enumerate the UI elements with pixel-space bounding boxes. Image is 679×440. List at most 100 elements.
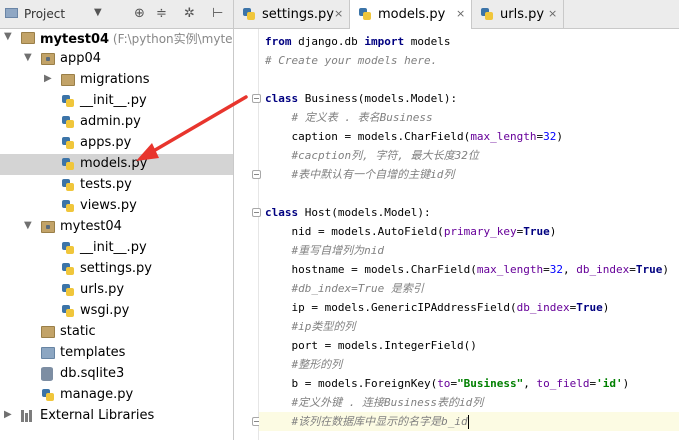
code-line: hostname = models.CharField(max_length=3… [259,260,679,279]
tree-item[interactable]: tests.py [0,175,233,196]
tab-models-py[interactable]: models.py × [350,0,472,29]
code-token: ) [602,301,610,314]
tree-item[interactable]: db.sqlite3 [0,364,233,385]
code-editor[interactable]: from django.db import models # Create you… [259,29,679,440]
tree-item[interactable]: views.py [0,196,233,217]
code-token: b = models.ForeignKey( [265,377,438,390]
python-icon-part [66,204,74,212]
target-icon[interactable]: ⊕ [134,6,145,21]
tree-item[interactable]: admin.py [0,112,233,133]
code-line: # Create your models here. [259,51,679,70]
tab-settings-py[interactable]: settings.py × [234,0,350,28]
code-token: to [437,377,451,390]
code-token: #表中默认有一个自增的主键id列 [291,168,455,181]
code-line: #整形的列 [259,355,679,374]
tree-item-label: __init__.py [80,240,147,255]
python-icon-part [66,99,74,107]
code-line: #db_index=True 是索引 [259,279,679,298]
tree-item[interactable]: ▶ migrations [0,70,233,91]
tree-item[interactable]: ▼ mytest04 [0,217,233,238]
tab-label: urls.py [500,7,545,22]
code-token: = [629,263,636,276]
tree-item[interactable]: ▼ app04 [0,49,233,70]
library-bar [25,413,28,422]
python-icon-part [66,141,74,149]
collapse-icon[interactable]: ≑ [156,6,167,21]
tree-item-name: settings.py [80,261,152,276]
code-token: 32 [543,130,557,143]
tree-item[interactable]: urls.py [0,280,233,301]
code-line: from django.db import models [259,32,679,51]
tab-urls-py[interactable]: urls.py × [472,0,564,28]
expand-right-icon[interactable]: ▶ [4,409,12,420]
python-file-icon [242,7,256,21]
code-token: primary_key [443,225,517,238]
python-file-icon [61,283,75,297]
code-token: models [410,35,451,48]
tree-item[interactable]: ▶ External Libraries [0,406,233,427]
editor-tab-bar: settings.py × models.py × urls.py × [234,0,679,29]
tree-item-label: app04 [60,51,101,66]
project-pane: Project ▼ ⊕ ≑ ✲ ⊢ ▼ mytest04 (F:\python实例… [0,0,234,440]
tree-item-name: __init__.py [80,93,147,108]
code-token: #定义外键 . 连接Business表的id列 [291,396,484,409]
tree-item[interactable]: apps.py [0,133,233,154]
tree-item[interactable]: manage.py [0,385,233,406]
close-icon[interactable]: × [548,7,557,20]
tree-item[interactable]: static [0,322,233,343]
code-line: #该列在数据库中显示的名字是b_id [259,412,679,431]
python-icon-part [66,162,74,170]
tree-item-path: (F:\python实例\mytest04 [112,32,233,46]
tree-item-label: urls.py [80,282,124,297]
code-line: #cacption列, 字符, 最大长度32位 [259,146,679,165]
tree-item-name: admin.py [80,114,141,129]
code-token: Host(models.Model): [304,206,431,219]
code-token: , [523,377,537,390]
python-file-icon [61,157,75,171]
tree-item-name: manage.py [60,387,134,402]
close-icon[interactable]: × [456,7,465,20]
tree-item-name: __init__.py [80,240,147,255]
tree-item-name: tests.py [80,177,132,192]
tree-item[interactable]: templates [0,343,233,364]
expand-down-icon[interactable]: ▼ [4,31,12,42]
gear-icon[interactable]: ✲ [184,6,195,21]
tree-item[interactable]: ▼ mytest04 (F:\python实例\mytest04 [0,28,233,49]
tree-item-name: db.sqlite3 [60,366,125,381]
python-icon-part [66,120,74,128]
tree-item[interactable]: settings.py [0,259,233,280]
tree-item-label: apps.py [80,135,131,150]
expand-down-icon[interactable]: ▼ [24,52,32,63]
tree-item[interactable]: __init__.py [0,238,233,259]
code-line: class Host(models.Model): [259,203,679,222]
close-icon[interactable]: × [334,7,343,20]
tree-item[interactable]: __init__.py [0,91,233,112]
code-token: nid = models.AutoField( [265,225,444,238]
expand-right-icon[interactable]: ▶ [44,73,52,84]
tree-item-label: wsgi.py [80,303,129,318]
library-icon [21,410,35,422]
python-icon-part [66,246,74,254]
tree-item-label: templates [60,345,125,360]
code-token: to_field [536,377,590,390]
tree-item[interactable]: models.py [0,154,233,175]
tree-item-label: tests.py [80,177,132,192]
tree-item-name: static [60,324,96,339]
tab-label: settings.py [262,7,334,22]
tree-item-label: mytest04 [60,219,122,234]
hide-icon[interactable]: ⊢ [212,6,223,21]
folder-icon [21,32,35,44]
tree-item-name: mytest04 [40,32,110,47]
expand-down-icon[interactable]: ▼ [24,220,32,231]
tree-item[interactable]: wsgi.py [0,301,233,322]
chevron-down-icon[interactable]: ▼ [94,7,102,18]
code-token: ip = models.GenericIPAddressField( [265,301,517,314]
tree-item-label: models.py [80,156,147,171]
code-token: max_length [470,130,537,143]
tab-label: models.py [378,7,446,22]
project-title[interactable]: Project [24,7,65,21]
code-line: b = models.ForeignKey(to="Business", to_… [259,374,679,393]
